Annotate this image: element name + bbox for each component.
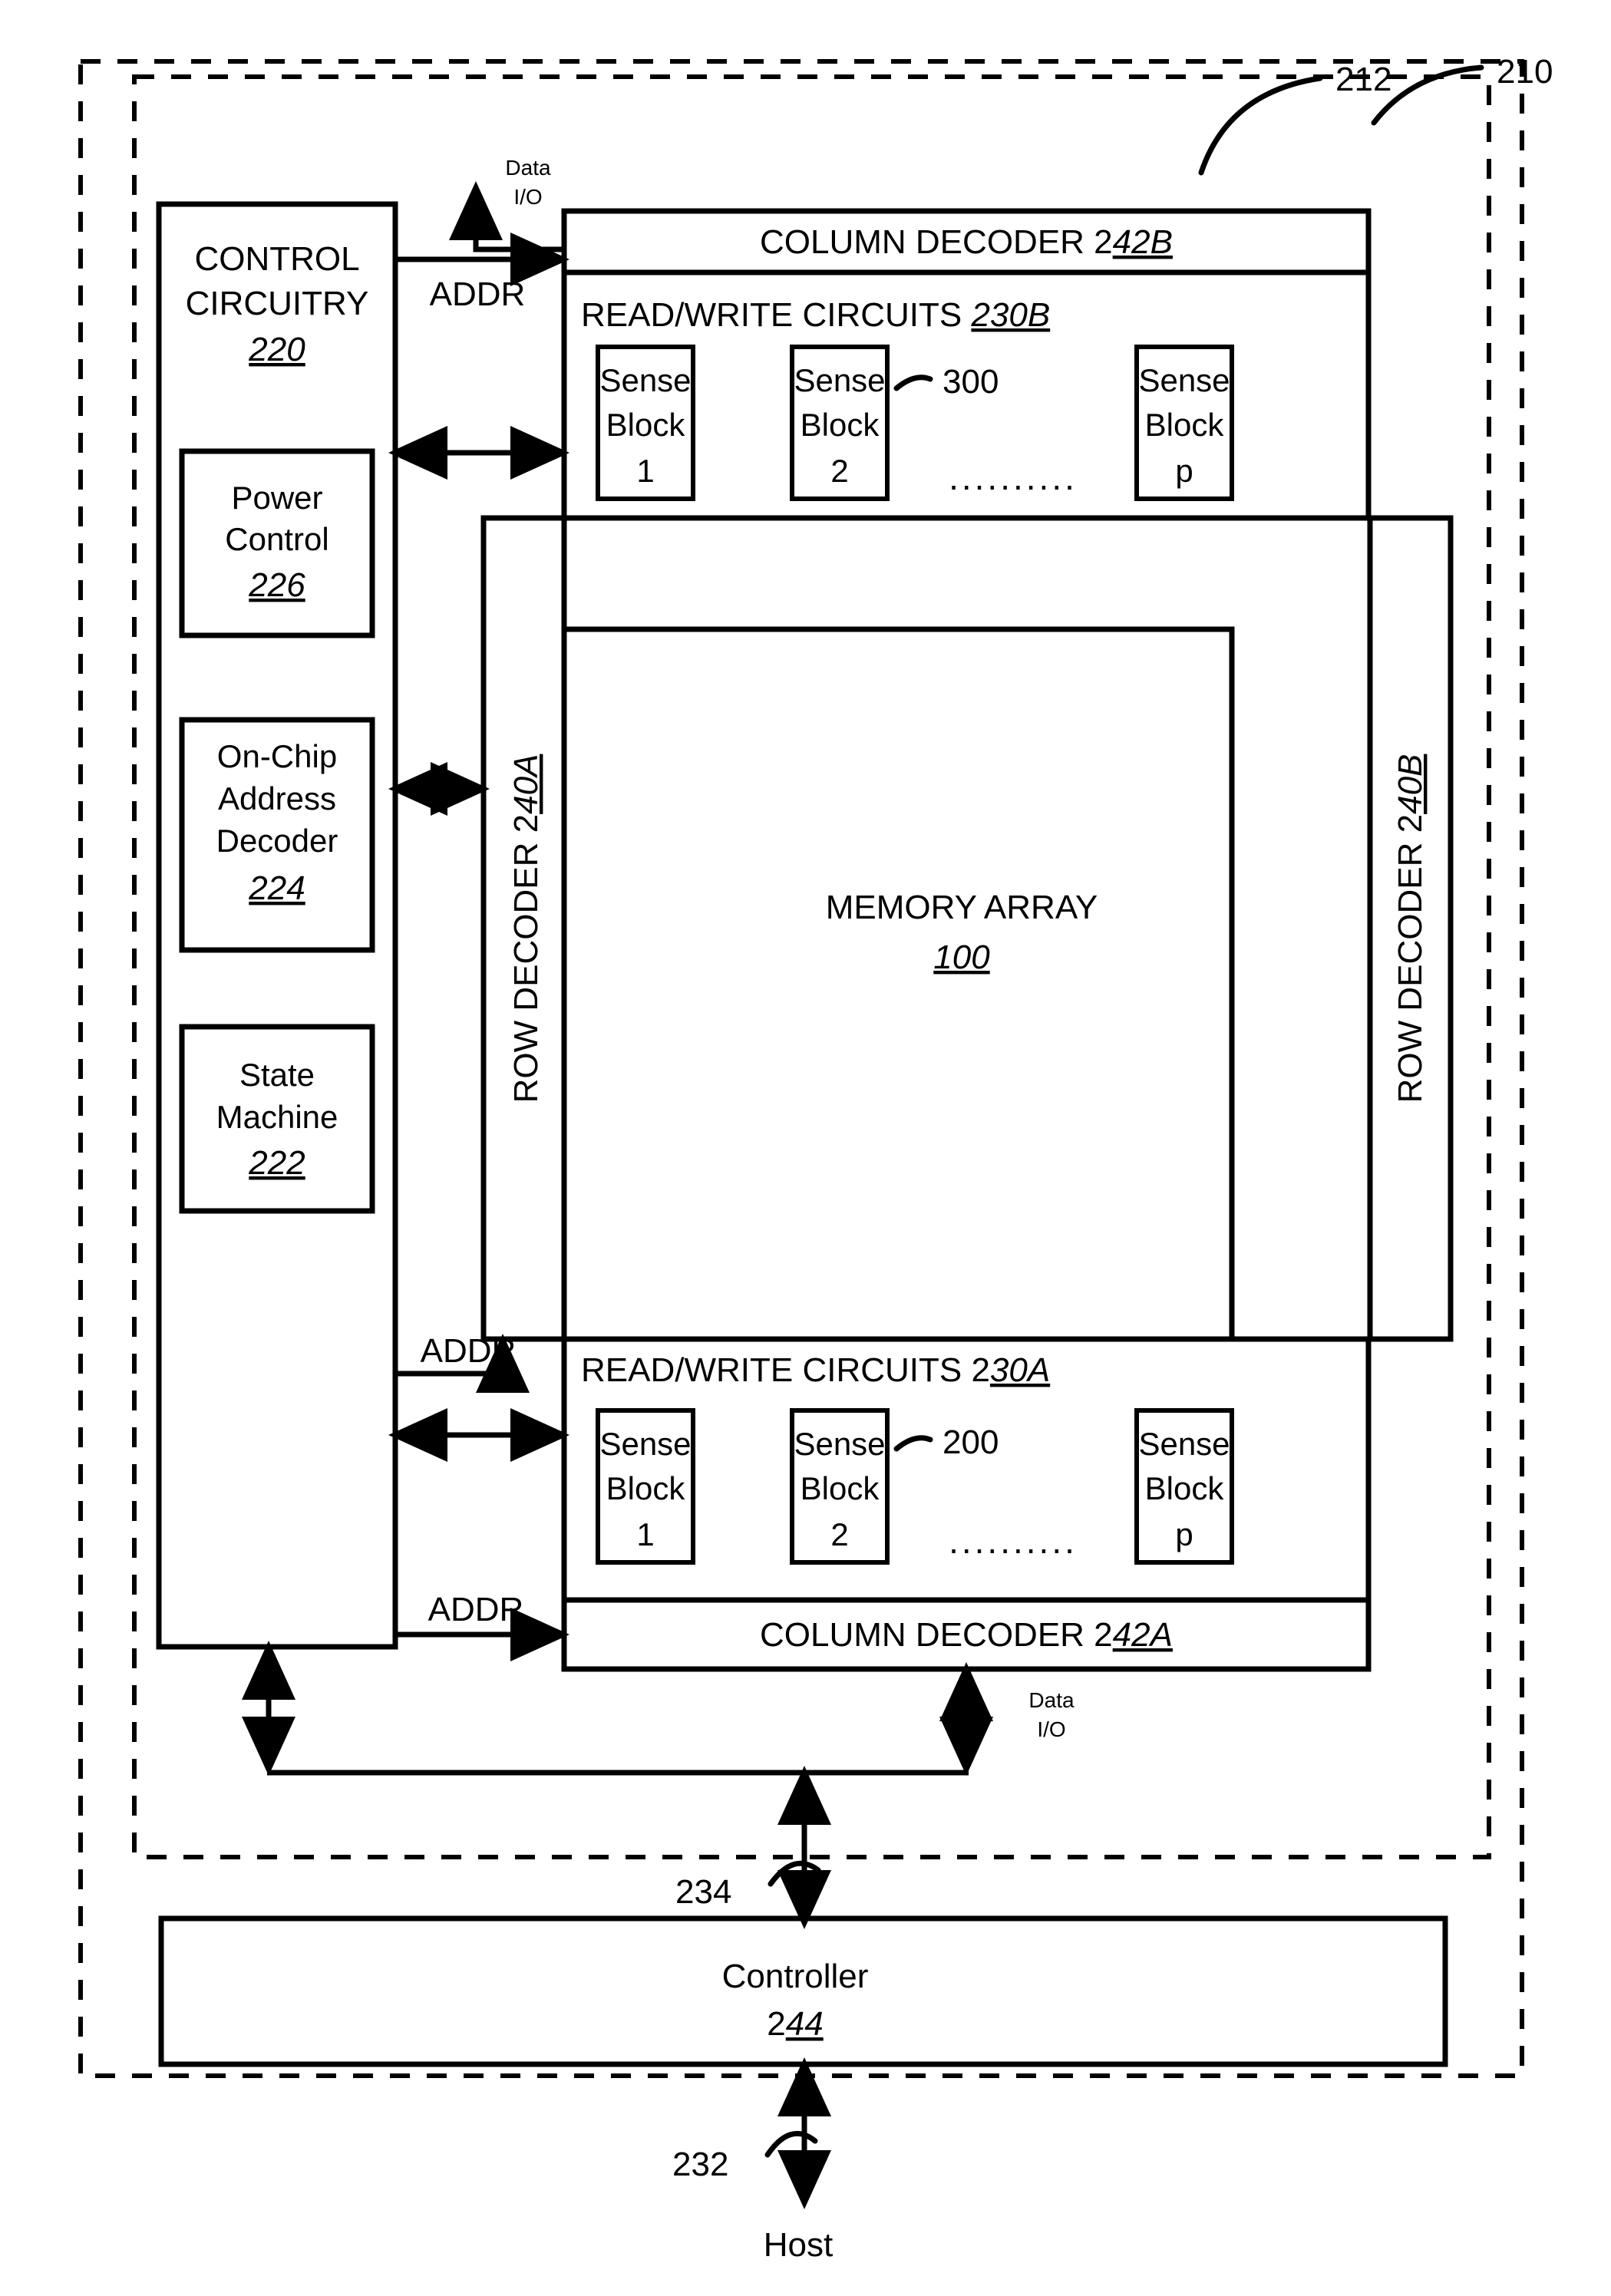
read-write-230b-label-plain: READ/WRITE CIRCUITS — [581, 296, 971, 334]
row-decoder-240b-label-plain: ROW DECODER 2 — [1391, 814, 1429, 1103]
data-io-top-line1: Data — [505, 156, 551, 180]
addr-bottom-label: ADDR — [428, 1591, 524, 1628]
row-decoder-240a-label-plain: ROW DECODER 2 — [507, 814, 545, 1103]
column-decoder-242a-label-plain: COLUMN DECODER 2 — [760, 1616, 1113, 1654]
host-label: Host — [764, 2226, 833, 2264]
read-write-230b-label: READ/WRITE CIRCUITS 230B — [581, 296, 1050, 334]
patent-figure-canvas: 212 210 CONTROL CIRCUITRY 220 Power Cont… — [0, 0, 1611, 2296]
sense-block-bottom-2-line2: Block — [801, 1470, 880, 1506]
control-circuitry-title-line2: CIRCUITRY — [186, 285, 369, 322]
row-decoder-240a-label-ref: 40A — [507, 754, 545, 814]
row-decoder-240a-label: ROW DECODER 240A — [507, 754, 545, 1103]
row-decoder-240b-label-ref: 40B — [1391, 754, 1429, 814]
sense-block-bottom-2-index: 2 — [830, 1516, 848, 1552]
addr-mid-label: ADDR — [421, 1332, 517, 1370]
addr-top-label: ADDR — [430, 275, 526, 313]
control-circuitry-title-line1: CONTROL — [194, 240, 359, 278]
sense-block-bottom-ellipsis: .......... — [949, 1521, 1078, 1561]
column-decoder-242b-label-ref: 42B — [1113, 223, 1173, 261]
sense-block-top-ellipsis: .......... — [949, 457, 1078, 497]
ref-232-label: 232 — [672, 2146, 728, 2183]
controller-ref: 244 — [767, 2005, 823, 2043]
sense-block-top-1-index: 1 — [636, 453, 654, 489]
column-decoder-242b-label: COLUMN DECODER 242B — [760, 223, 1173, 261]
control-circuitry-ref: 220 — [248, 331, 305, 368]
on-chip-address-decoder-ref: 224 — [248, 869, 305, 907]
row-decoder-240b-label: ROW DECODER 240B — [1391, 754, 1429, 1103]
state-machine-ref: 222 — [248, 1144, 305, 1182]
controller-ref-plain: 2 — [767, 2005, 785, 2043]
sense-block-bottom-1-index: 1 — [636, 1516, 654, 1552]
sense-block-bottom-1-line1: Sense — [599, 1426, 691, 1462]
data-io-bottom-line1: Data — [1028, 1688, 1075, 1712]
sense-block-top-p-line1: Sense — [1138, 362, 1230, 398]
sense-block-bottom-p-line2: Block — [1145, 1470, 1225, 1506]
data-io-top-line2: I/O — [513, 185, 542, 209]
sense-block-top-2-line2: Block — [801, 407, 880, 443]
memory-array-label: MEMORY ARRAY — [826, 889, 1098, 926]
sense-block-top-p-index: p — [1175, 453, 1193, 489]
power-control-line2: Control — [225, 521, 328, 557]
ref-234-label: 234 — [675, 1873, 731, 1911]
state-machine-line2: Machine — [216, 1099, 338, 1135]
state-machine-line1: State — [239, 1057, 315, 1093]
power-control-line1: Power — [231, 480, 322, 516]
sense-block-top-p-line2: Block — [1145, 407, 1225, 443]
column-decoder-242a-label-ref: 42A — [1113, 1616, 1173, 1654]
sense-block-top-2-line1: Sense — [794, 362, 885, 398]
power-control-ref: 226 — [248, 566, 305, 604]
sense-block-bottom-p-line1: Sense — [1138, 1426, 1230, 1462]
read-write-230a-label: READ/WRITE CIRCUITS 230A — [581, 1351, 1050, 1389]
ref-212-label: 212 — [1335, 61, 1391, 98]
read-write-230b-label-ref: 230B — [970, 296, 1050, 334]
read-write-230a-label-plain: READ/WRITE CIRCUITS 2 — [581, 1351, 990, 1389]
sense-block-bottom-1-line2: Block — [606, 1470, 686, 1506]
sense-block-bottom-2-line1: Sense — [794, 1426, 885, 1462]
data-io-bottom-line2: I/O — [1037, 1717, 1065, 1741]
on-chip-address-decoder-line3: Decoder — [216, 823, 338, 859]
read-write-230a-label-ref: 30A — [990, 1351, 1050, 1389]
sense-block-top-1-line1: Sense — [599, 362, 691, 398]
controller-ref-italic: 44 — [786, 2005, 824, 2043]
memory-array-ref: 100 — [933, 939, 990, 976]
diagram-text-layer: 212 210 CONTROL CIRCUITRY 220 Power Cont… — [186, 53, 1553, 2264]
on-chip-address-decoder-line1: On-Chip — [217, 738, 337, 774]
ref-200-label: 200 — [943, 1423, 999, 1461]
ref-210-label: 210 — [1497, 53, 1553, 91]
sense-block-bottom-p-index: p — [1175, 1516, 1193, 1552]
ref-300-label: 300 — [943, 363, 999, 401]
on-chip-address-decoder-line2: Address — [218, 780, 336, 816]
column-decoder-242b-label-plain: COLUMN DECODER 2 — [760, 223, 1113, 261]
sense-block-top-1-line2: Block — [606, 407, 686, 443]
sense-block-top-2-index: 2 — [830, 453, 848, 489]
column-decoder-242a-label: COLUMN DECODER 242A — [760, 1616, 1173, 1654]
controller-label: Controller — [722, 1958, 869, 1995]
